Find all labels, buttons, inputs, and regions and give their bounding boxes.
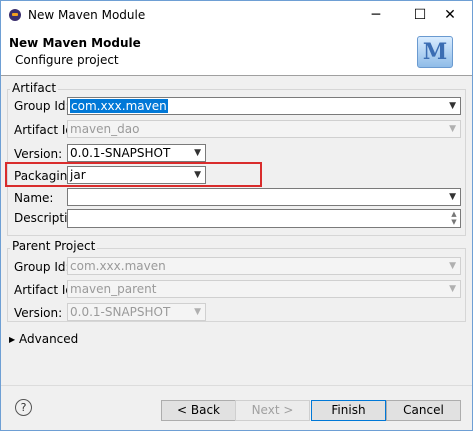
parent-version-value: 0.0.1-SNAPSHOT xyxy=(70,305,171,319)
parent-version-combo: 0.0.1-SNAPSHOT ▼ xyxy=(67,303,206,321)
chevron-down-icon[interactable]: ▼ xyxy=(449,98,456,114)
chevron-down-icon[interactable]: ▼ xyxy=(194,145,201,161)
expand-arrow-icon[interactable]: ▶ xyxy=(9,335,15,344)
chevron-down-icon[interactable]: ▼ xyxy=(449,189,456,205)
group-id-value: com.xxx.maven xyxy=(70,99,168,113)
artifact-id-combo: maven_dao ▼ xyxy=(67,120,461,138)
packaging-value: jar xyxy=(70,168,86,182)
wizard-subtitle: Configure project xyxy=(15,53,119,67)
parent-group-id-value: com.xxx.maven xyxy=(70,259,166,273)
cancel-button[interactable]: Cancel xyxy=(386,400,461,421)
parent-group-id-label: Group Id: xyxy=(14,260,70,274)
scroll-arrows-icon[interactable]: ▲ ▼ xyxy=(448,210,460,226)
group-id-label: Group Id: xyxy=(14,99,70,113)
parent-group-id-combo: com.xxx.maven ▼ xyxy=(67,257,461,275)
artifact-group-label: Artifact xyxy=(10,81,59,95)
description-field[interactable]: ▲ ▼ xyxy=(67,209,461,228)
parent-version-label: Version: xyxy=(14,306,63,320)
artifact-id-value: maven_dao xyxy=(70,122,140,136)
chevron-down-icon: ▼ xyxy=(449,261,456,271)
wizard-header: New Maven Module Configure project M xyxy=(1,30,472,76)
packaging-combo[interactable]: jar ▼ xyxy=(67,166,206,184)
footer-divider xyxy=(1,385,472,386)
maven-logo-icon: M xyxy=(417,36,453,68)
window-title: New Maven Module xyxy=(28,8,146,22)
chevron-down-icon: ▼ xyxy=(194,307,201,317)
version-value: 0.0.1-SNAPSHOT xyxy=(70,146,171,160)
eclipse-app-icon xyxy=(9,9,21,21)
name-label: Name: xyxy=(14,191,54,205)
parent-artifact-id-combo: maven_parent ▼ xyxy=(67,280,461,298)
group-id-combo[interactable]: com.xxx.maven ▼ xyxy=(67,97,461,115)
next-button: Next > xyxy=(235,400,310,421)
title-bar: New Maven Module ─ ☐ ✕ xyxy=(1,1,472,30)
version-combo[interactable]: 0.0.1-SNAPSHOT ▼ xyxy=(67,144,206,162)
advanced-toggle[interactable]: Advanced xyxy=(19,332,78,346)
chevron-down-icon[interactable]: ▼ xyxy=(194,167,201,183)
version-label: Version: xyxy=(14,147,63,161)
help-icon[interactable]: ? xyxy=(15,399,32,416)
name-combo[interactable]: ▼ xyxy=(67,188,461,206)
parent-artifact-id-value: maven_parent xyxy=(70,282,157,296)
wizard-title: New Maven Module xyxy=(9,36,141,50)
parent-project-group-label: Parent Project xyxy=(10,239,98,253)
minimize-button[interactable]: ─ xyxy=(354,1,398,30)
close-button[interactable]: ✕ xyxy=(428,1,472,30)
finish-button[interactable]: Finish xyxy=(311,400,386,421)
dialog-window: New Maven Module ─ ☐ ✕ New Maven Module … xyxy=(0,0,473,431)
back-button[interactable]: < Back xyxy=(161,400,236,421)
chevron-down-icon: ▼ xyxy=(449,124,456,134)
chevron-down-icon: ▼ xyxy=(449,284,456,294)
